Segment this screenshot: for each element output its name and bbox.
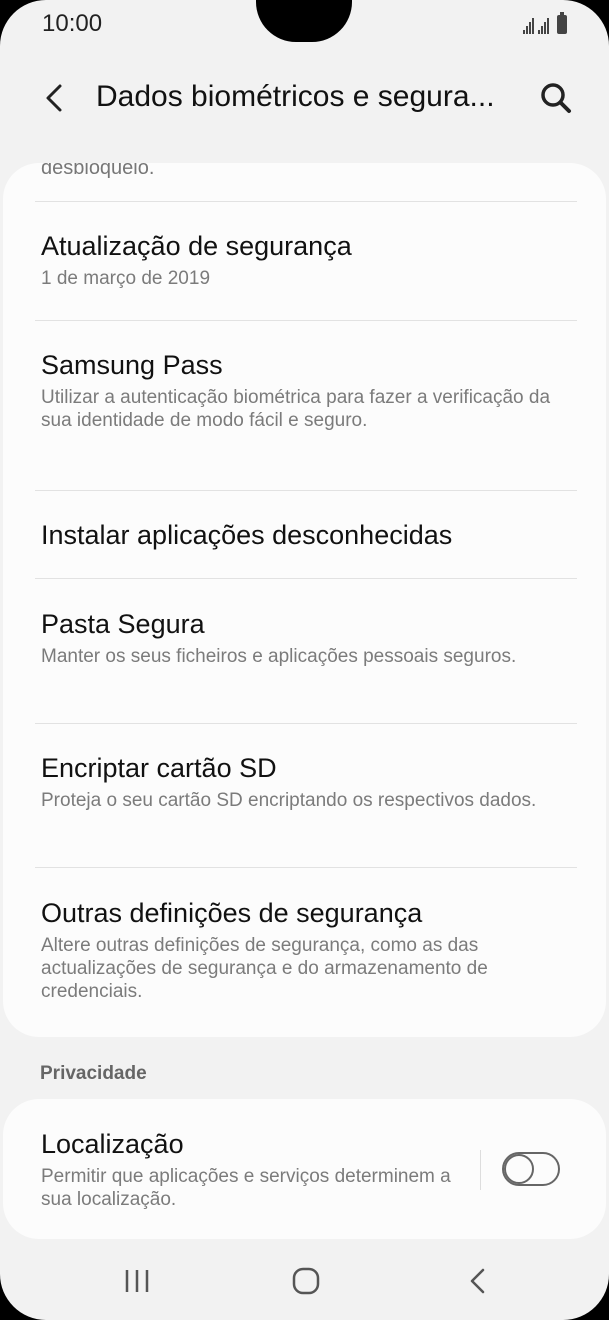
search-icon: [541, 83, 571, 113]
divider: [35, 201, 577, 202]
home-icon: [292, 1267, 320, 1295]
top-app-bar: Dados biométricos e segura...: [0, 70, 609, 130]
list-item-samsung-pass[interactable]: Samsung Pass Utilizar a autenticação bio…: [41, 348, 561, 432]
camera-notch: [256, 0, 352, 42]
page-title: Dados biométricos e segura...: [96, 80, 495, 113]
search-button[interactable]: [536, 78, 576, 118]
list-item-install-unknown-apps[interactable]: Instalar aplicações desconhecidas: [41, 518, 561, 552]
item-title: Samsung Pass: [41, 350, 223, 380]
item-title: Pasta Segura: [41, 609, 205, 639]
section-header-privacy: Privacidade: [40, 1063, 147, 1084]
list-item-location[interactable]: Localização Permitir que aplicações e se…: [41, 1127, 461, 1211]
security-settings-card: desbloqueio. Atualização de segurança 1 …: [3, 163, 606, 1037]
back-arrow-icon: [470, 1268, 485, 1294]
nav-back-button[interactable]: [466, 1266, 490, 1296]
list-item-other-security-settings[interactable]: Outras definições de segurança Altere ou…: [41, 896, 561, 1003]
chevron-left-icon: [46, 84, 62, 112]
divider: [35, 320, 577, 321]
location-toggle[interactable]: [502, 1152, 560, 1186]
signal-icon-2: [538, 18, 549, 34]
status-icons: [523, 12, 567, 34]
divider: [35, 578, 577, 579]
item-title: Encriptar cartão SD: [41, 753, 277, 783]
item-title: Outras definições de segurança: [41, 898, 423, 928]
item-title: Localização: [41, 1129, 184, 1159]
item-subtitle: 1 de março de 2019: [41, 268, 211, 289]
divider: [35, 490, 577, 491]
item-subtitle: Manter os seus ficheiros e aplicações pe…: [41, 646, 517, 667]
back-button[interactable]: [40, 80, 70, 116]
toggle-separator: [480, 1150, 481, 1190]
recent-apps-icon: [125, 1270, 149, 1292]
divider: [35, 867, 577, 868]
item-title: Instalar aplicações desconhecidas: [41, 520, 453, 550]
status-time: 10:00: [42, 10, 103, 37]
divider: [35, 723, 577, 724]
item-subtitle: Utilizar a autenticação biométrica para …: [41, 387, 551, 431]
item-subtitle: Proteja o seu cartão SD encriptando os r…: [41, 790, 537, 811]
battery-icon: [557, 12, 567, 34]
navigation-bar: [0, 1248, 609, 1308]
list-item-security-update[interactable]: Atualização de segurança 1 de março de 2…: [41, 229, 561, 290]
home-button[interactable]: [291, 1266, 321, 1296]
list-item-secure-folder[interactable]: Pasta Segura Manter os seus ficheiros e …: [41, 607, 561, 668]
item-subtitle: Altere outras definições de segurança, c…: [41, 935, 488, 1002]
item-title: Atualização de segurança: [41, 231, 352, 261]
list-item-encrypt-sd-card[interactable]: Encriptar cartão SD Proteja o seu cartão…: [41, 751, 561, 812]
item-subtitle: Permitir que aplicações e serviços deter…: [41, 1166, 451, 1210]
cut-off-text: desbloqueio.: [41, 163, 155, 179]
recent-apps-button[interactable]: [122, 1268, 152, 1294]
phone-screen: 10:00 Dados biométricos e segura... desb…: [0, 0, 609, 1320]
signal-icon: [523, 18, 534, 34]
toggle-knob: [504, 1154, 534, 1184]
